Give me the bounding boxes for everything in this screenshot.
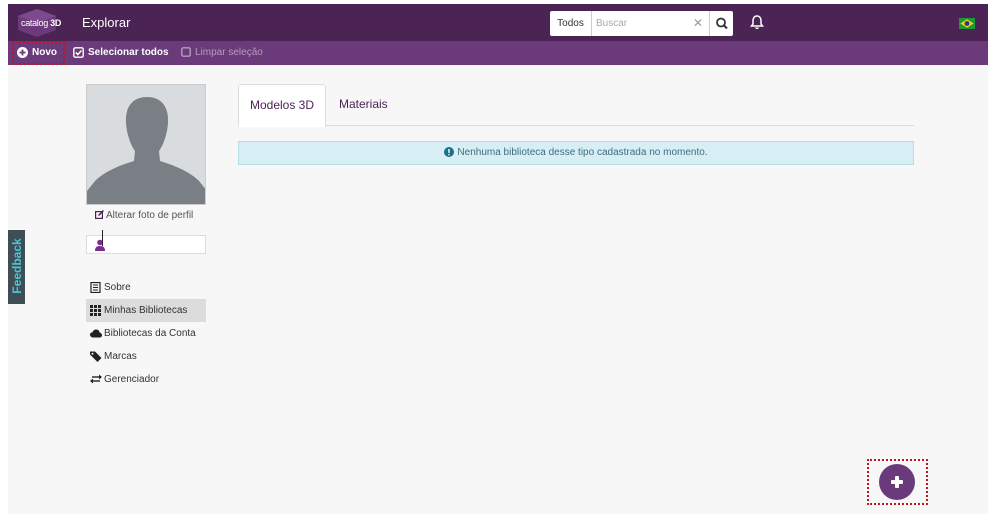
fab-container [867,459,928,505]
feedback-tab[interactable]: Feedback [8,230,25,304]
sidebar-item-label: Minhas Bibliotecas [104,305,188,316]
sidebar-item-label: Marcas [104,351,137,362]
alert-message: Nenhuma biblioteca desse tipo cadastrada… [457,147,708,158]
document-icon [90,281,101,293]
library-tabs: Modelos 3D Materiais [238,84,914,127]
checkbox-empty-icon [181,47,191,58]
tab-modelos-3d[interactable]: Modelos 3D [238,84,326,127]
catalog-3d-logo[interactable]: catalog 3D [18,9,62,37]
select-all-label: Selecionar todos [88,47,169,58]
sidebar-item-gerenciador[interactable]: Gerenciador [86,368,206,391]
sidebar-item-minhas-bibliotecas[interactable]: Minhas Bibliotecas [86,299,206,322]
add-floating-button[interactable] [879,464,915,500]
profile-sidebar-menu: Sobre Minhas Bibliotecas Bibliotecas da … [86,276,206,391]
search-button[interactable] [709,11,733,36]
search-scope-select[interactable]: Todos [550,11,592,36]
plus-circle-icon [17,46,28,58]
sidebar-item-marcas[interactable]: Marcas [86,345,206,368]
brazil-flag-icon[interactable] [959,18,975,29]
close-icon[interactable]: ✕ [688,11,708,36]
new-button[interactable]: Novo [12,41,65,65]
nav-explorar[interactable]: Explorar [82,15,130,30]
change-photo-label: Alterar foto de perfil [106,210,194,221]
new-button-label: Novo [32,47,57,58]
action-toolbar: Novo Selecionar todos Limpar seleção [8,41,988,65]
app-frame: catalog 3D Explorar Todos ✕ [8,4,988,514]
sidebar-item-label: Sobre [104,282,131,293]
top-navbar: catalog 3D Explorar Todos ✕ [8,4,988,41]
profile-avatar [86,84,206,205]
logo-suffix: 3D [50,18,62,28]
select-all-button[interactable]: Selecionar todos [73,41,169,65]
edit-icon [95,210,104,219]
cloud-icon [90,329,102,338]
info-icon [444,147,455,157]
user-silhouette-icon [87,97,205,204]
change-photo-link[interactable]: Alterar foto de perfil [95,210,193,221]
feedback-label: Feedback [10,238,24,294]
logo-text: catalog [21,18,48,28]
user-icon [95,239,105,251]
search-icon [716,17,728,30]
bell-icon[interactable] [749,14,765,30]
clear-selection-label: Limpar seleção [195,47,263,58]
tab-materiais[interactable]: Materiais [339,84,388,126]
search-bar: Todos ✕ [550,11,733,36]
tag-icon [90,351,102,362]
sidebar-item-label: Gerenciador [104,374,160,385]
empty-state-alert: Nenhuma biblioteca desse tipo cadastrada… [238,141,914,165]
sidebar-item-label: Bibliotecas da Conta [104,328,196,339]
sidebar-item-sobre[interactable]: Sobre [86,276,206,299]
exchange-icon [90,374,102,384]
text-cursor [102,230,103,246]
clear-selection-button[interactable]: Limpar seleção [181,41,263,65]
sidebar-item-bibliotecas-da-conta[interactable]: Bibliotecas da Conta [86,322,206,345]
grid-icon [90,304,101,316]
profile-name-field[interactable] [86,230,206,254]
search-input[interactable] [596,14,686,33]
checkbox-checked-icon [73,46,84,58]
